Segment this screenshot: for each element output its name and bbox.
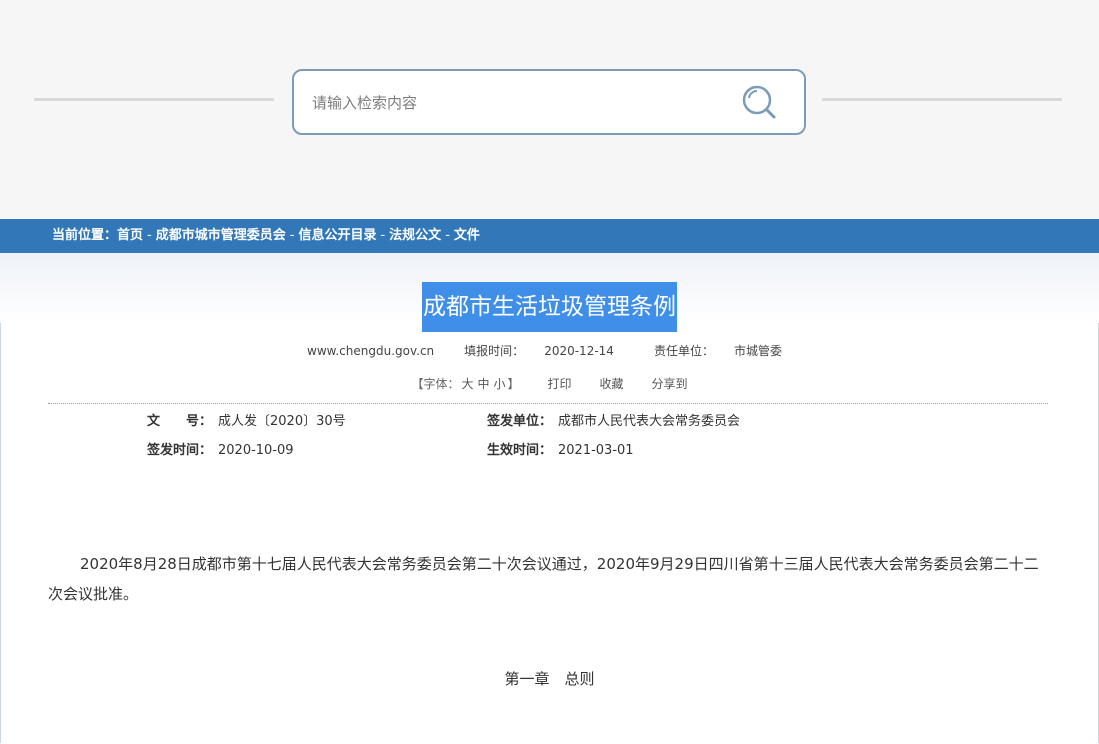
fill-time-value: 2020-12-14: [544, 344, 614, 358]
search-icon[interactable]: [740, 83, 780, 123]
breadcrumb-separator: -: [147, 228, 152, 243]
search-box: [292, 69, 806, 135]
issue-date-label: 签发时间：: [147, 443, 213, 458]
title-wrap: 成都市生活垃圾管理条例: [0, 282, 1099, 332]
favorite-button[interactable]: 收藏: [600, 377, 624, 391]
breadcrumb-home[interactable]: 首页: [117, 228, 143, 243]
issue-date: 签发时间： 2020-10-09: [147, 439, 294, 458]
search-header: [0, 0, 1099, 219]
issuer-value: 成都市人民代表大会常务委员会: [558, 414, 741, 429]
effective-date-label: 生效时间：: [487, 443, 553, 458]
breadcrumb-separator: -: [445, 228, 450, 243]
breadcrumb-prefix: 当前位置：: [52, 228, 118, 243]
article-tools: 【字体：大中小】 打印 收藏 分享到: [0, 375, 1099, 392]
font-large-button[interactable]: 大: [461, 377, 473, 391]
article-meta: www.chengdu.gov.cn 填报时间： 2020-12-14 责任单位： 市城…: [0, 342, 1099, 359]
effective-date: 生效时间： 2021-03-01: [487, 439, 634, 458]
fill-time: 填报时间： 2020-12-14: [454, 344, 624, 358]
share-button[interactable]: 分享到: [652, 377, 688, 391]
effective-date-value: 2021-03-01: [558, 443, 634, 458]
font-suffix: 】: [507, 377, 520, 391]
breadcrumb-info-catalog[interactable]: 信息公开目录: [298, 228, 376, 243]
doc-number-label: 文 号：: [147, 414, 213, 429]
responsible-label: 责任单位：: [653, 344, 714, 358]
breadcrumb-separator: -: [380, 228, 386, 243]
breadcrumb-committee[interactable]: 成都市城市管理委员会: [156, 228, 286, 243]
font-prefix: 【字体：: [411, 377, 460, 391]
search-input[interactable]: [310, 87, 714, 119]
responsible-value: 市城管委: [733, 344, 782, 358]
breadcrumb-bar: 当前位置：首页 - 成都市城市管理委员会 - 信息公开目录 - 法规公文 - 文件: [0, 219, 1099, 253]
decorative-line-right: [822, 98, 1062, 101]
breadcrumb-regulations[interactable]: 法规公文: [389, 228, 441, 243]
breadcrumb: 当前位置：首页 - 成都市城市管理委员会 - 信息公开目录 - 法规公文 - 文件: [52, 219, 480, 253]
issuer-label: 签发单位：: [487, 414, 553, 429]
responsible-unit: 责任单位： 市城管委: [644, 344, 792, 358]
breadcrumb-separator: -: [289, 228, 295, 243]
issue-date-value: 2020-10-09: [218, 443, 294, 458]
chapter-heading: 第一章 总则: [504, 670, 595, 688]
doc-number-value: 成人发〔2020〕30号: [218, 414, 346, 429]
divider: [48, 403, 1048, 404]
decorative-line-left: [34, 98, 274, 101]
breadcrumb-documents[interactable]: 文件: [454, 228, 480, 243]
fill-time-label: 填报时间：: [464, 344, 525, 358]
doc-number: 文 号： 成人发〔2020〕30号: [147, 410, 346, 429]
print-button[interactable]: 打印: [548, 377, 572, 391]
source-site: www.chengdu.gov.cn: [307, 344, 435, 358]
intro-paragraph: 2020年8月28日成都市第十七届人民代表大会常务委员会第二十次会议通过，202…: [48, 555, 1039, 603]
font-small-button[interactable]: 小: [493, 377, 505, 391]
page-title: 成都市生活垃圾管理条例: [422, 282, 677, 332]
issuer: 签发单位： 成都市人民代表大会常务委员会: [487, 410, 740, 429]
font-size-selector: 【字体：大中小】: [411, 377, 519, 391]
font-medium-button[interactable]: 中: [477, 377, 489, 391]
